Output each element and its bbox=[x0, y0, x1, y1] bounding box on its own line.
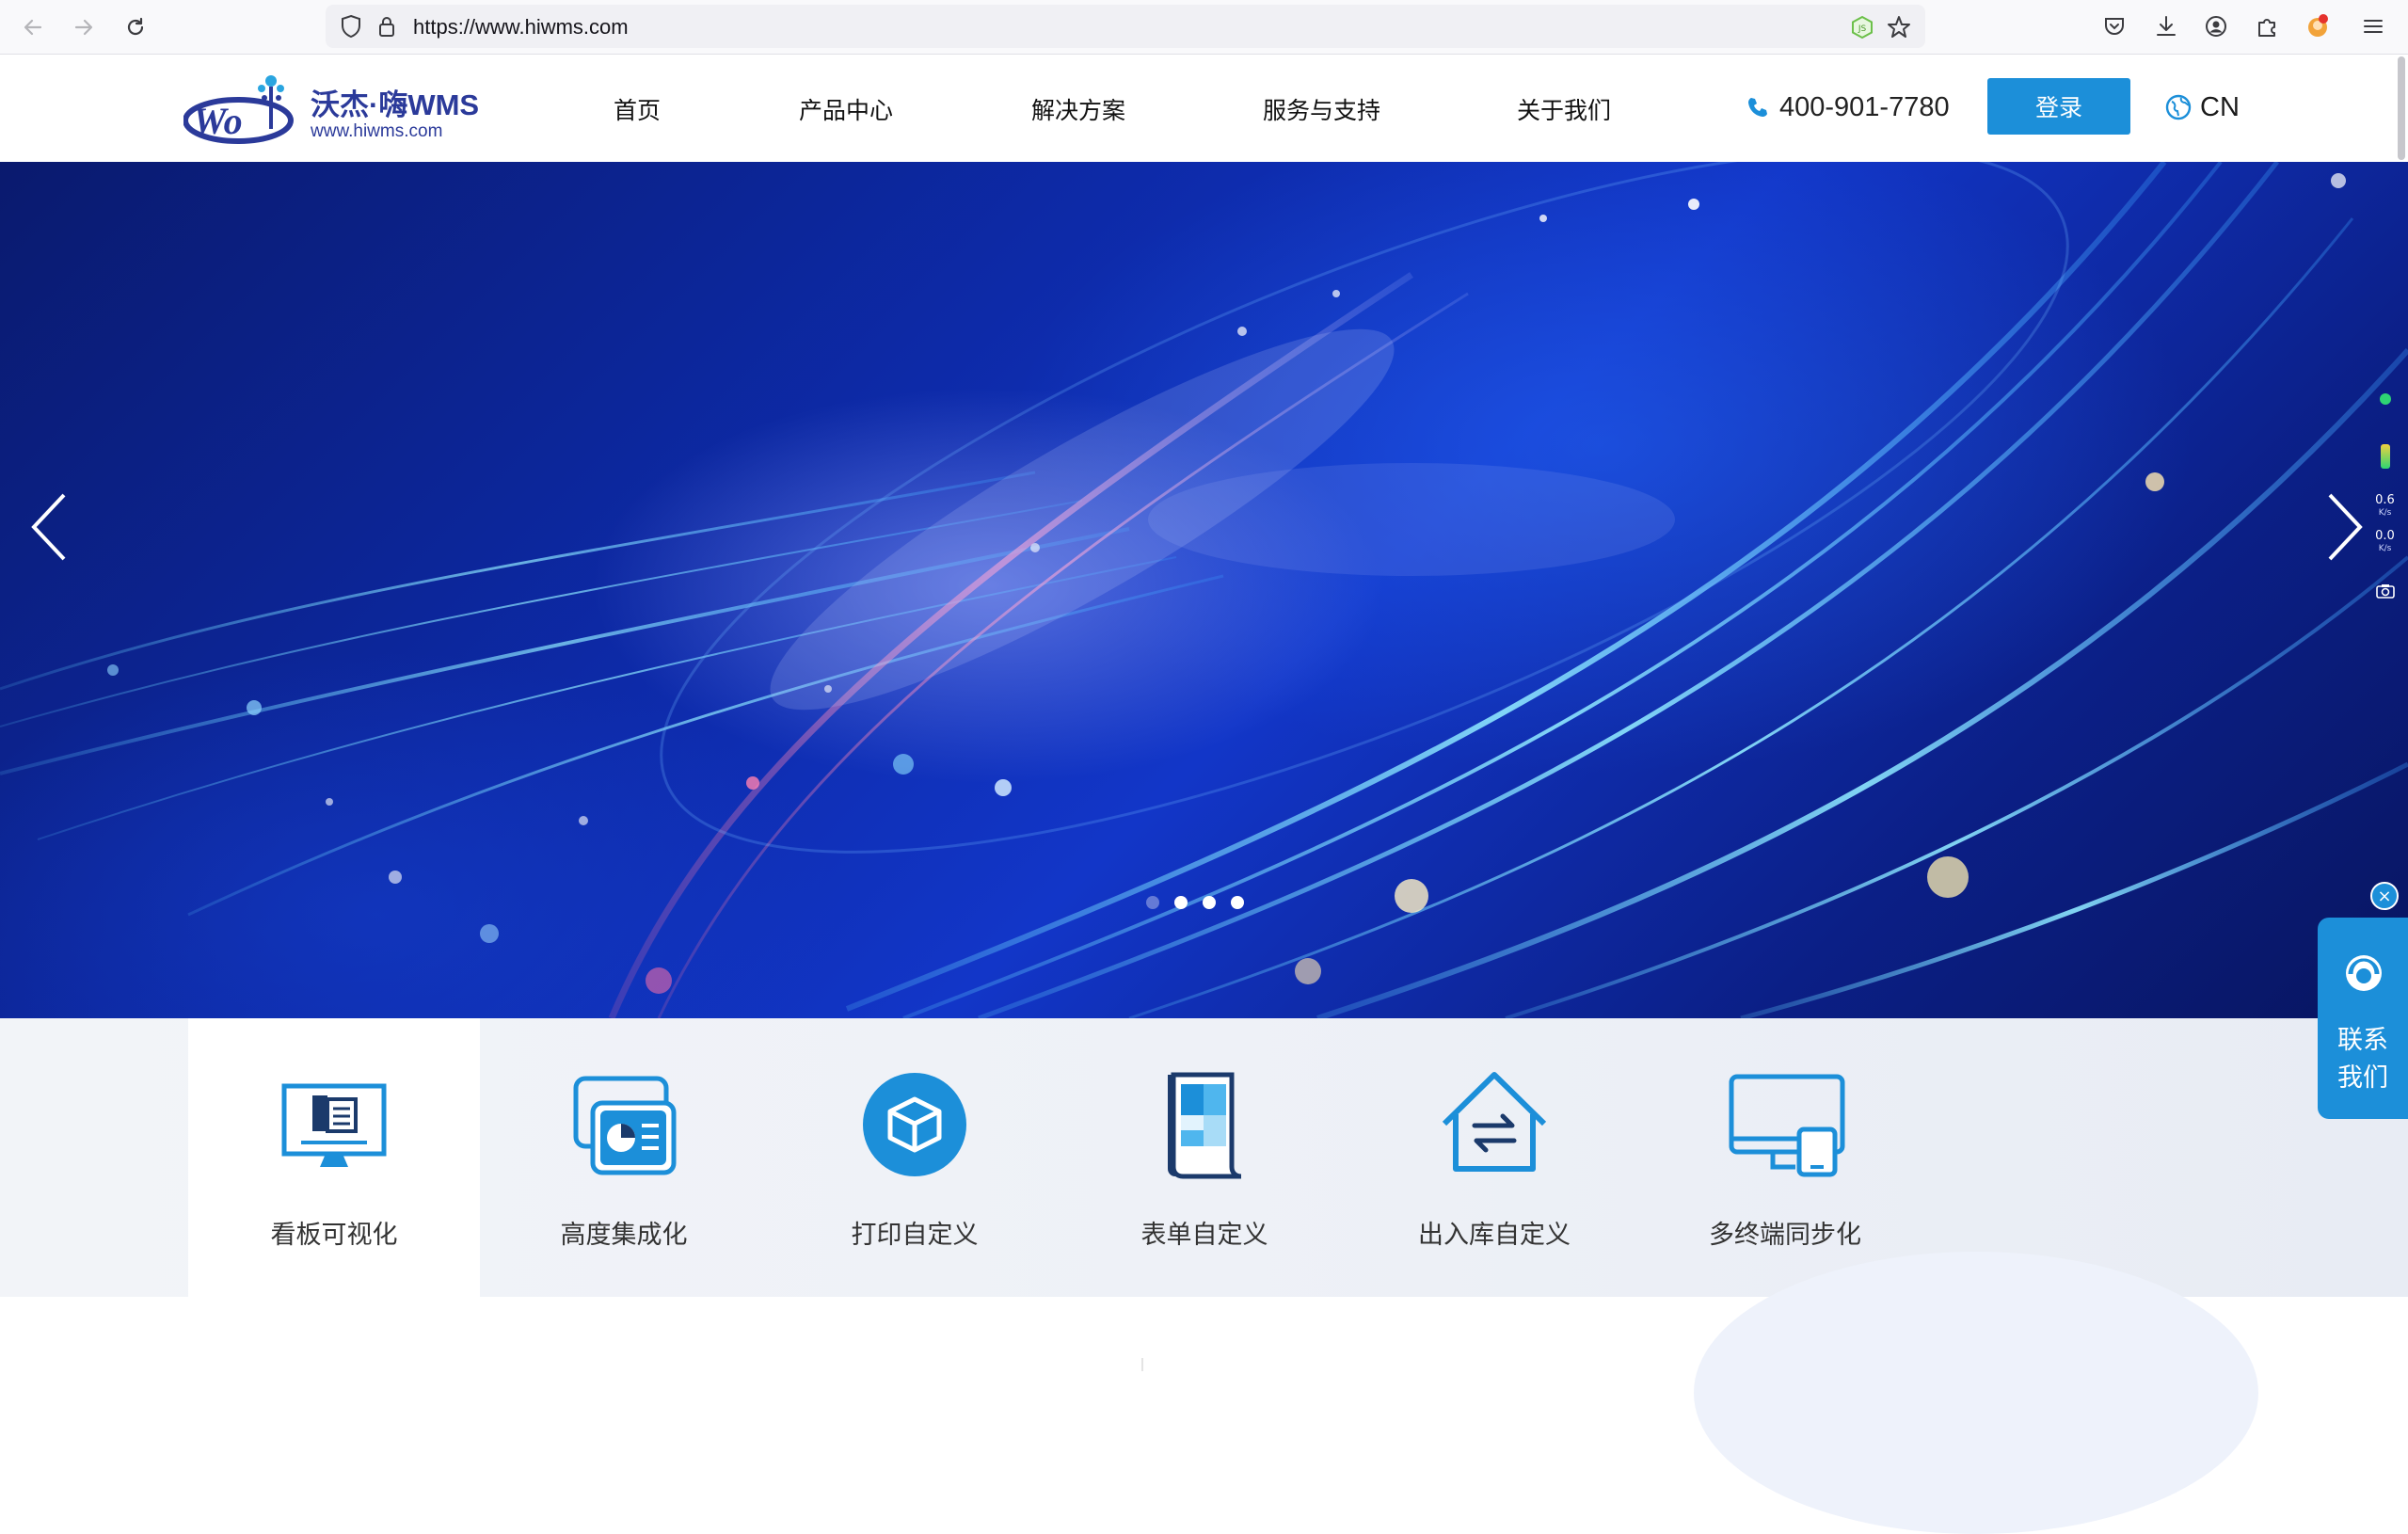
menu-icon[interactable] bbox=[2357, 10, 2389, 42]
print-box-icon bbox=[853, 1065, 976, 1188]
banner-dot-3[interactable] bbox=[1203, 896, 1216, 909]
integration-cards-icon bbox=[563, 1065, 685, 1188]
banner-dot-1[interactable] bbox=[1146, 896, 1159, 909]
feature-card-print[interactable]: 打印自定义 bbox=[769, 1018, 1060, 1297]
star-icon[interactable] bbox=[1885, 13, 1913, 45]
feature-card-form[interactable]: 表单自定义 bbox=[1059, 1018, 1350, 1297]
meter-icon bbox=[2381, 444, 2390, 469]
contact-label-line1: 联系 bbox=[2337, 1026, 2388, 1055]
download-icon[interactable] bbox=[2150, 10, 2182, 42]
download-speed: 0.0 bbox=[2375, 529, 2395, 543]
form-document-icon bbox=[1143, 1065, 1266, 1188]
back-arrow-icon[interactable] bbox=[16, 10, 50, 44]
svg-text:JS: JS bbox=[1858, 24, 1867, 34]
upload-speed: 0.6 bbox=[2375, 493, 2395, 507]
globe-icon bbox=[2165, 94, 2192, 120]
contact-us-widget[interactable]: 联系 我们 bbox=[2318, 918, 2408, 1119]
nav-service-support[interactable]: 服务与支持 bbox=[1263, 92, 1380, 126]
feature-label: 表单自定义 bbox=[1140, 1221, 1268, 1250]
banner-light-streaks bbox=[0, 162, 2408, 1018]
contact-label-line2: 我们 bbox=[2337, 1063, 2388, 1093]
site-logo[interactable]: Wo 沃杰·嗨WMS www.hiwms.com bbox=[183, 68, 485, 149]
divider bbox=[1141, 1358, 1143, 1371]
phone-contact[interactable]: 400-901-7780 bbox=[1746, 90, 1950, 124]
logo-mark-icon: Wo bbox=[183, 75, 294, 144]
address-bar[interactable]: https://www.hiwms.com JS bbox=[326, 5, 1925, 48]
pocket-icon[interactable] bbox=[2098, 10, 2130, 42]
feature-card-multi-device[interactable]: 多终端同步化 bbox=[1639, 1018, 1931, 1297]
language-label: CN bbox=[2200, 91, 2240, 122]
logo-title: 沃杰·嗨WMS bbox=[311, 88, 480, 121]
forward-arrow-icon[interactable] bbox=[67, 10, 101, 44]
phone-number: 400-901-7780 bbox=[1779, 91, 1950, 122]
account-icon[interactable] bbox=[2200, 10, 2232, 42]
feature-label: 看板可视化 bbox=[270, 1221, 398, 1250]
phone-icon bbox=[1748, 98, 1767, 117]
nav-home[interactable]: 首页 bbox=[614, 92, 661, 126]
contact-close-icon[interactable]: × bbox=[2370, 882, 2399, 910]
avatar-extension-icon[interactable] bbox=[2302, 10, 2334, 42]
feature-card-dashboard[interactable]: 看板可视化 bbox=[188, 1018, 480, 1297]
decorative-circle bbox=[1694, 1252, 2258, 1534]
extensions-icon[interactable] bbox=[2251, 10, 2283, 42]
feature-label: 打印自定义 bbox=[851, 1221, 979, 1250]
language-switch[interactable]: CN bbox=[2164, 90, 2240, 124]
banner-pagination bbox=[1146, 896, 1244, 909]
feature-label: 出入库自定义 bbox=[1418, 1221, 1571, 1250]
logo-url: www.hiwms.com bbox=[311, 121, 443, 141]
nav-about-us[interactable]: 关于我们 bbox=[1517, 92, 1611, 126]
lock-icon[interactable] bbox=[373, 12, 401, 44]
network-monitor-widget: 0.6 K/s 0.0 K/s bbox=[2362, 378, 2408, 623]
reload-icon[interactable] bbox=[119, 10, 152, 44]
nav-products[interactable]: 产品中心 bbox=[799, 92, 893, 126]
status-dot-icon bbox=[2380, 393, 2391, 405]
customer-service-icon bbox=[2342, 951, 2385, 995]
feature-card-integration[interactable]: 高度集成化 bbox=[478, 1018, 770, 1297]
banner-dot-2[interactable] bbox=[1174, 896, 1188, 909]
feature-label: 多终端同步化 bbox=[1709, 1221, 1861, 1250]
banner-prev-arrow-icon[interactable] bbox=[28, 491, 85, 576]
dashboard-monitor-icon bbox=[273, 1065, 395, 1188]
page-scrollbar[interactable] bbox=[2398, 56, 2405, 160]
shield-icon[interactable] bbox=[337, 12, 365, 44]
multi-device-icon bbox=[1724, 1065, 1846, 1188]
extension-js-icon[interactable]: JS bbox=[1850, 15, 1874, 43]
url-text[interactable]: https://www.hiwms.com bbox=[413, 15, 629, 40]
banner-dot-4[interactable] bbox=[1231, 896, 1244, 909]
download-unit: K/s bbox=[2378, 544, 2392, 553]
svg-text:Wo: Wo bbox=[193, 100, 243, 142]
warehouse-inout-icon bbox=[1433, 1065, 1555, 1188]
feature-label: 高度集成化 bbox=[560, 1221, 688, 1250]
nav-solutions[interactable]: 解决方案 bbox=[1031, 92, 1125, 126]
site-header: Wo 沃杰·嗨WMS www.hiwms.com 首页 产品中心 解决方案 服务… bbox=[0, 55, 2408, 162]
feature-strip: 看板可视化 高度集成化 打印自定义 表单自定义 出入库自定义 多终端同步化 bbox=[0, 1018, 2408, 1297]
hero-banner: 0.6 K/s 0.0 K/s bbox=[0, 162, 2408, 1018]
upload-unit: K/s bbox=[2378, 508, 2392, 518]
browser-toolbar: https://www.hiwms.com JS bbox=[0, 0, 2408, 55]
feature-card-warehouse[interactable]: 出入库自定义 bbox=[1348, 1018, 1640, 1297]
login-button[interactable]: 登录 bbox=[1987, 78, 2130, 135]
